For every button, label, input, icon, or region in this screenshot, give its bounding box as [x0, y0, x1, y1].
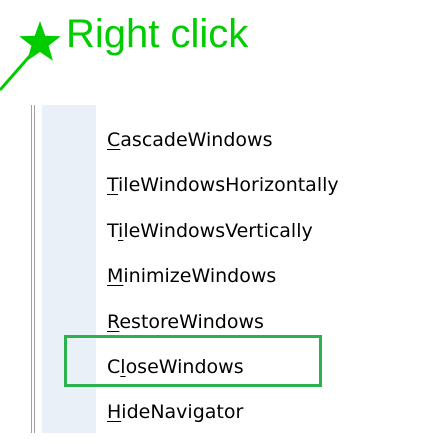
menu-item-mnemonic: C — [107, 129, 121, 151]
menu-item-label: inimizeWindows — [123, 265, 277, 288]
menu-item-label: oseWindows — [125, 355, 244, 378]
menu-item-hide-navigator[interactable]: HideNavigator — [32, 398, 437, 443]
menu-item-cascade-windows[interactable]: CascadeWindows — [32, 126, 437, 171]
menu-item-mnemonic: R — [107, 310, 120, 333]
menu-item-mnemonic: M — [107, 265, 124, 288]
context-menu: CascadeWindows TileWindowsHorizontally Til… — [31, 105, 437, 433]
menu-item-label: ideNavigator — [121, 401, 244, 424]
menu-item-restore-windows[interactable]: RestoreWindows — [32, 308, 437, 353]
menu-item-label: ileWindowsHorizontally — [118, 174, 339, 197]
menu-item-mnemonic: H — [107, 401, 122, 424]
menu-item-prefix: T — [107, 219, 119, 242]
right-click-label: Right click — [66, 12, 249, 56]
right-click-annotation: Right click — [0, 0, 448, 110]
menu-item-tile-windows-horizontally[interactable]: TileWindowsHorizontally — [32, 171, 437, 216]
menu-item-prefix: C — [107, 355, 121, 378]
menu-item-close-windows[interactable]: CloseWindows — [32, 353, 437, 398]
menu-item-label: ascadeWindows — [120, 129, 273, 151]
menu-item-label: leWindowsVertically — [123, 219, 313, 242]
menu-item-minimize-windows[interactable]: MinimizeWindows — [32, 262, 437, 307]
menu-item-mnemonic: T — [107, 174, 119, 197]
star-icon — [19, 21, 61, 61]
menu-item-list: CascadeWindows TileWindowsHorizontally Til… — [32, 126, 437, 444]
menu-item-tile-windows-vertically[interactable]: TileWindowsVertically — [32, 217, 437, 262]
menu-item-label: estoreWindows — [119, 310, 264, 333]
